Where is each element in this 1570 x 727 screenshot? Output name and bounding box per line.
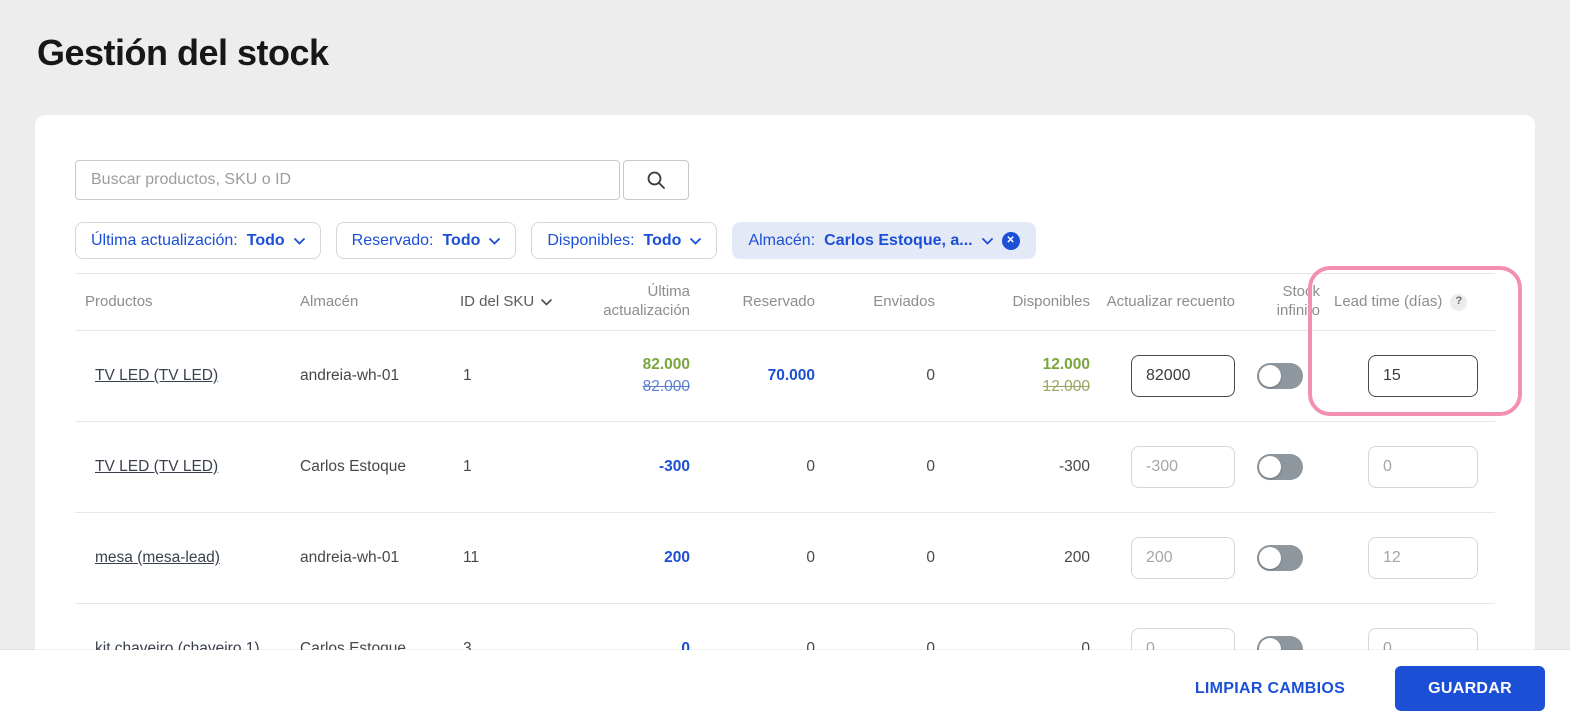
warehouse-cell: andreia-wh-01 [300,367,400,384]
toggle-knob [1258,547,1281,569]
search-row [75,160,1495,200]
header-lead-time-label: Lead time (días) [1334,292,1443,310]
header-shipped: Enviados [873,292,935,310]
stock-table: Productos Almacén ID del SKU Última actu… [75,273,1495,695]
lead-time-input[interactable] [1368,446,1478,488]
header-warehouse: Almacén [300,292,359,310]
last-update-cell: 200 [664,549,690,566]
filter-last-update[interactable]: Última actualización: Todo [75,222,321,259]
infinite-stock-toggle[interactable] [1256,454,1303,480]
search-icon [647,171,665,189]
table-row: TV LED (TV LED) Carlos Estoque 1 -300 0 … [75,422,1495,513]
sku-cell: 1 [463,367,472,384]
lead-time-input[interactable] [1368,355,1478,397]
table-header-row: Productos Almacén ID del SKU Última actu… [75,273,1495,331]
recount-input[interactable] [1131,537,1235,579]
product-link[interactable]: TV LED (TV LED) [95,367,218,384]
shipped-cell: 0 [926,367,935,384]
toggle-knob [1258,365,1281,387]
filter-label: Almacén: [748,231,816,249]
header-infinite-stock: Stock infinito [1276,283,1320,319]
header-recount: Actualizar recuento [1106,292,1235,310]
search-input[interactable] [75,160,620,200]
available-cell: -300 [1058,458,1090,475]
chevron-down-icon [293,238,305,245]
lead-time-input[interactable] [1368,537,1478,579]
available-new-value: 12.000 [1042,356,1090,373]
header-lead-time: Lead time (días) ? [1322,293,1495,312]
filter-value: Todo [643,231,682,249]
filter-reserved[interactable]: Reservado: Todo [335,222,517,259]
header-products: Productos [85,292,153,310]
recount-input[interactable] [1131,355,1235,397]
warehouse-cell: andreia-wh-01 [300,549,400,566]
last-update-new-value: 82.000 [642,356,690,373]
warehouse-cell: Carlos Estoque [300,458,406,475]
filter-available[interactable]: Disponibles: Todo [531,222,718,259]
recount-input[interactable] [1131,446,1235,488]
available-cell: 200 [1064,549,1090,566]
last-update-cell: -300 [658,458,690,475]
product-link[interactable]: TV LED (TV LED) [95,458,218,475]
header-sku-sort[interactable]: ID del SKU [450,293,562,312]
filter-warehouse[interactable]: Almacén: Carlos Estoque, a... ✕ [732,222,1036,259]
filter-label: Disponibles: [547,231,635,249]
sort-chevron-down-icon [541,298,553,306]
chevron-down-icon [489,238,501,245]
reserved-cell: 0 [806,549,815,566]
close-icon[interactable]: ✕ [1001,231,1020,250]
toggle-knob [1258,456,1281,478]
reserved-cell: 70.000 [767,367,815,384]
available-cell: 12.000 12.000 [937,356,1092,396]
help-icon[interactable]: ? [1450,293,1468,311]
page-title: Gestión del stock [37,32,329,73]
header-reserved: Reservado [742,292,815,310]
product-link[interactable]: mesa (mesa-lead) [95,549,220,566]
clear-changes-button[interactable]: LIMPIAR CAMBIOS [1195,680,1345,698]
footer-action-bar: LIMPIAR CAMBIOS GUARDAR [0,650,1570,727]
header-available: Disponibles [1012,292,1090,310]
header-sku-label: ID del SKU [460,292,535,310]
last-update-cell: 82.000 82.000 [562,356,692,396]
sku-cell: 1 [463,458,472,475]
infinite-stock-toggle[interactable] [1256,363,1303,389]
search-button[interactable] [623,160,689,200]
filter-bar: Última actualización: Todo Reservado: To… [75,222,1495,259]
sku-cell: 11 [463,549,480,566]
filter-value: Carlos Estoque, a... [824,231,973,249]
reserved-cell: 0 [806,458,815,475]
infinite-stock-toggle[interactable] [1256,545,1303,571]
last-update-old-value: 82.000 [642,378,690,395]
header-last-update: Última actualización [603,283,690,319]
chevron-down-icon [981,238,993,245]
filter-value: Todo [246,231,285,249]
filter-label: Reservado: [351,231,434,249]
shipped-cell: 0 [926,549,935,566]
stock-management-card: Última actualización: Todo Reservado: To… [35,115,1535,715]
filter-value: Todo [442,231,481,249]
filter-label: Última actualización: [91,231,238,249]
table-row: TV LED (TV LED) andreia-wh-01 1 82.000 8… [75,331,1495,422]
table-row: mesa (mesa-lead) andreia-wh-01 11 200 0 … [75,513,1495,604]
shipped-cell: 0 [926,458,935,475]
save-button[interactable]: GUARDAR [1395,666,1545,711]
available-old-value: 12.000 [1042,378,1090,395]
chevron-down-icon [690,238,702,245]
